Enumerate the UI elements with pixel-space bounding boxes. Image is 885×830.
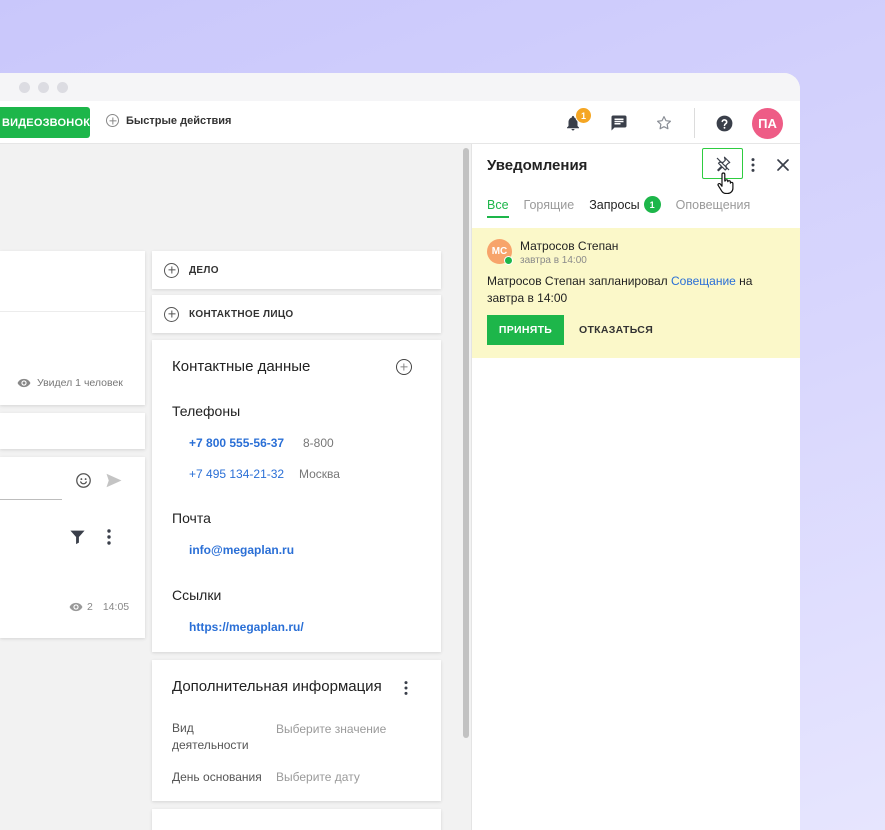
decline-button[interactable]: ОТКАЗАТЬСЯ	[579, 324, 653, 336]
pin-off-icon	[716, 156, 730, 171]
notification-count-badge: 1	[575, 107, 592, 124]
left-info-card: Увидел 1 человек	[0, 251, 145, 405]
more-vertical-icon[interactable]	[105, 528, 113, 551]
notification-item: МС Матросов Степан завтра в 14:00 Матрос…	[472, 228, 800, 358]
tab-all[interactable]: Все	[487, 196, 509, 218]
seen-by-text: Увидел 1 человек	[37, 377, 123, 389]
window-titlebar	[0, 73, 800, 101]
add-contact-label: КОНТАКТНОЕ ЛИЦО	[189, 308, 294, 320]
requests-count-badge: 1	[643, 196, 661, 213]
plus-circle-icon	[396, 359, 412, 375]
activity-label: Вид деятельности	[172, 721, 249, 752]
add-contact-data-button[interactable]	[396, 359, 412, 380]
comment-meta: 2 14:05	[69, 601, 129, 613]
phone-link[interactable]: +7 495 134-21-32	[189, 467, 284, 481]
seen-by-row: Увидел 1 человек	[17, 377, 123, 389]
phones-label: Телефоны	[172, 403, 241, 419]
quick-actions-label: Быстрые действия	[126, 114, 232, 127]
left-strip-card	[0, 413, 145, 449]
online-status-dot	[504, 256, 513, 265]
sender-name: Матросов Степан	[520, 239, 619, 253]
video-call-button[interactable]: ВИДЕОЗВОНОК	[0, 107, 90, 138]
email-link[interactable]: info@megaplan.ru	[189, 543, 294, 557]
scrollbar[interactable]	[463, 148, 469, 738]
activity-select[interactable]: Выберите значение	[276, 722, 386, 736]
more-vertical-icon[interactable]	[749, 157, 757, 178]
notifications-title: Уведомления	[487, 157, 588, 174]
phone-link[interactable]: +7 800 555-56-37	[189, 436, 284, 450]
tab-requests[interactable]: Запросы 1	[589, 196, 661, 213]
additional-info-card: Дополнительная информация Вид деятельнос…	[152, 660, 441, 801]
additional-info-title: Дополнительная информация	[172, 678, 382, 695]
card-divider	[0, 311, 145, 312]
send-icon[interactable]	[105, 472, 123, 494]
plus-circle-icon	[106, 114, 119, 127]
founded-label: День основания	[172, 770, 262, 784]
phone-note: 8-800	[303, 436, 334, 450]
top-bar: ВИДЕОЗВОНОК Быстрые действия 1 ПА	[0, 101, 800, 144]
notifications-panel: Уведомления Все Горящие Запросы 1 Оповещ…	[471, 144, 800, 830]
plus-circle-icon	[164, 306, 179, 322]
tab-alerts[interactable]: Оповещения	[676, 196, 751, 213]
contact-data-title: Контактные данные	[172, 358, 311, 375]
add-deal-label: ДЕЛО	[189, 264, 219, 276]
comment-views: 2	[87, 601, 93, 613]
links-label: Ссылки	[172, 587, 222, 603]
add-contact-person-button[interactable]: КОНТАКТНОЕ ЛИЦО	[152, 295, 441, 333]
close-icon[interactable]	[776, 158, 790, 177]
notification-text: Матросов Степан запланировал Совещание н…	[487, 274, 753, 305]
window-dot	[19, 82, 30, 93]
chat-icon[interactable]	[609, 113, 629, 133]
accept-button[interactable]: ПРИНЯТЬ	[487, 315, 564, 345]
quick-actions-button[interactable]: Быстрые действия	[106, 114, 231, 127]
tab-hot[interactable]: Горящие	[524, 196, 575, 213]
user-avatar[interactable]: ПА	[752, 108, 783, 139]
website-link[interactable]: https://megaplan.ru/	[189, 620, 304, 634]
meeting-link[interactable]: Совещание	[671, 274, 736, 288]
contact-data-card: Контактные данные Телефоны +7 800 555-56…	[152, 340, 441, 652]
add-deal-button[interactable]: ДЕЛО	[152, 251, 441, 289]
notification-time: завтра в 14:00	[520, 255, 587, 266]
star-icon[interactable]	[654, 113, 674, 133]
eye-icon	[17, 378, 31, 388]
hand-cursor-icon	[716, 172, 734, 199]
notification-tabs: Все Горящие Запросы 1 Оповещения	[487, 196, 751, 218]
filter-icon[interactable]	[69, 529, 86, 550]
mail-label: Почта	[172, 510, 211, 526]
toolbar-divider	[694, 108, 695, 138]
comment-input-underline[interactable]	[0, 499, 62, 500]
window-dot	[57, 82, 68, 93]
window-dot	[38, 82, 49, 93]
next-card	[152, 809, 441, 830]
eye-icon	[69, 602, 83, 612]
emoji-icon[interactable]	[75, 472, 92, 494]
founded-date-picker[interactable]: Выберите дату	[276, 770, 360, 784]
more-vertical-icon[interactable]	[402, 680, 410, 701]
plus-circle-icon	[164, 262, 179, 278]
help-icon[interactable]	[714, 113, 734, 133]
phone-note: Москва	[299, 467, 340, 481]
browser-window: ВИДЕОЗВОНОК Быстрые действия 1 ПА Увидел…	[0, 73, 800, 830]
comment-time: 14:05	[102, 601, 130, 613]
comments-card: 2 14:05	[0, 457, 145, 638]
